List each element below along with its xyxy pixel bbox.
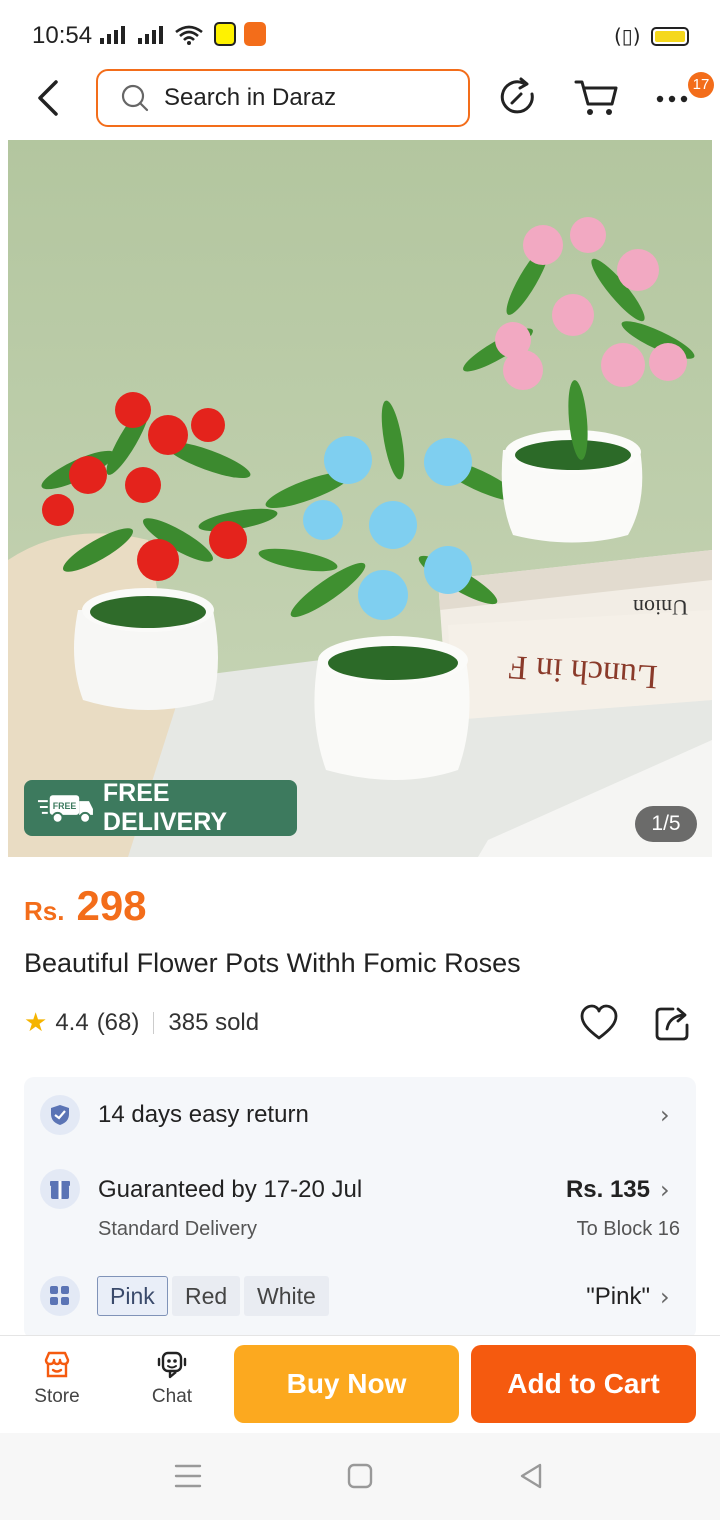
home-icon[interactable] [347, 1463, 373, 1489]
price-amount: 298 [76, 882, 147, 929]
selected-variant[interactable]: "Pink" [586, 1283, 650, 1311]
store-button[interactable]: Store [17, 1350, 97, 1408]
chat-icon [157, 1351, 187, 1379]
rating-row[interactable]: ★ 4.4 (68) 385 sold [24, 1008, 259, 1038]
chevron-right-icon[interactable]: › [660, 1101, 670, 1129]
add-to-cart-button[interactable]: Add to Cart [471, 1345, 696, 1423]
shield-check-icon [40, 1095, 80, 1135]
delivery-location[interactable]: To Block 16 [577, 1218, 680, 1241]
daraz-app-icon [244, 22, 266, 46]
search-icon [121, 84, 149, 112]
signal-1-icon [100, 26, 125, 44]
delivery-type-text: Standard Delivery [98, 1218, 257, 1240]
store-icon [44, 1351, 70, 1378]
menu-icon[interactable] [174, 1463, 202, 1489]
chevron-right-icon[interactable]: › [660, 1176, 670, 1204]
rating-value: 4.4 [55, 1009, 89, 1036]
return-policy-text[interactable]: 14 days easy return [98, 1101, 309, 1129]
back-arrow-icon[interactable] [32, 78, 68, 118]
rating-count: (68) [96, 1009, 140, 1036]
back-nav-icon[interactable] [518, 1462, 544, 1490]
delivery-price: Rs. 135 [565, 1176, 650, 1203]
sold-count: 385 sold [168, 1009, 260, 1036]
status-bar: 10:54 (▯) [0, 0, 720, 66]
variant-chip-red[interactable]: Red [172, 1276, 241, 1316]
wifi-icon [175, 25, 203, 45]
product-image[interactable]: Union Lunch in F FREE FREE DELIVERY 1/5 [8, 140, 712, 857]
system-navigation-bar [0, 1433, 720, 1520]
search-placeholder: Search in Daraz [164, 84, 337, 111]
buy-now-button[interactable]: Buy Now [234, 1345, 459, 1423]
free-delivery-badge: FREE FREE DELIVERY [24, 779, 297, 836]
battery-icon [651, 27, 689, 46]
free-delivery-label: FREE DELIVERY [102, 779, 228, 836]
star-icon: ★ [24, 1008, 48, 1038]
variant-chip-white[interactable]: White [244, 1276, 329, 1316]
more-icon[interactable] [654, 76, 690, 118]
chat-button[interactable]: Chat [132, 1350, 212, 1408]
signal-2-icon [138, 26, 163, 44]
chat-label: Chat [151, 1386, 193, 1407]
grid-icon [40, 1276, 80, 1316]
status-time: 10:54 [32, 22, 93, 49]
cart-icon[interactable] [574, 76, 620, 118]
bottom-action-bar: Store Chat Buy Now Add to Cart [0, 1335, 720, 1433]
delivery-truck-icon: FREE [37, 795, 93, 824]
delivery-guarantee-text[interactable]: Guaranteed by 17-20 Jul [98, 1176, 362, 1204]
notification-badge: 17 [688, 72, 714, 98]
vibrate-icon: (▯) [614, 24, 641, 48]
currency-label: Rs. [24, 896, 65, 926]
image-counter: 1/5 [635, 806, 697, 842]
book-spine-union: Union [633, 595, 688, 620]
free-tag: FREE [53, 801, 77, 811]
share-refresh-icon[interactable] [497, 76, 539, 118]
divider [153, 1012, 155, 1034]
info-card: 14 days easy return › Guaranteed by 17-2… [24, 1077, 696, 1339]
top-header: Search in Daraz 17 [0, 66, 720, 138]
search-bar[interactable]: Search in Daraz [96, 69, 470, 127]
flower-pots-photo: Union Lunch in F [8, 140, 712, 857]
variant-chip-pink[interactable]: Pink [97, 1276, 168, 1316]
share-icon[interactable] [653, 1003, 693, 1043]
snapchat-icon [214, 22, 236, 46]
delivery-box-icon [40, 1169, 80, 1209]
product-title: Beautiful Flower Pots Withh Fomic Roses [24, 948, 521, 978]
store-label: Store [34, 1386, 80, 1407]
price: Rs. 298 [24, 882, 147, 930]
chevron-right-icon[interactable]: › [660, 1283, 670, 1311]
heart-icon[interactable] [579, 1003, 619, 1043]
